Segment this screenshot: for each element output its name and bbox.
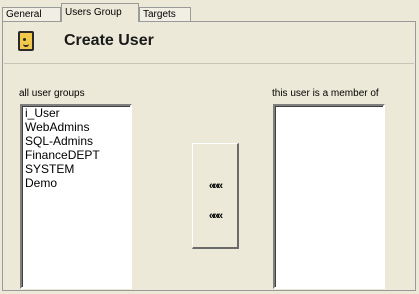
- member-of-label: this user is a member of: [272, 88, 379, 99]
- all-groups-listbox[interactable]: i_User WebAdmins SQL-Admins FinanceDEPT …: [20, 104, 132, 289]
- header: Create User: [4, 23, 414, 64]
- move-left-button-2[interactable]: «««: [203, 208, 227, 224]
- list-item[interactable]: SQL-Admins: [22, 134, 130, 148]
- move-buttons-group: ««« «««: [192, 143, 239, 249]
- list-item[interactable]: SYSTEM: [22, 162, 130, 176]
- list-item[interactable]: FinanceDEPT: [22, 148, 130, 162]
- tab-targets[interactable]: Targets: [139, 7, 191, 21]
- tab-users-group[interactable]: Users Group: [61, 3, 139, 22]
- move-left-button[interactable]: «««: [203, 178, 227, 194]
- all-groups-label: all user groups: [19, 88, 85, 99]
- tab-general[interactable]: General: [2, 7, 61, 21]
- member-of-listbox[interactable]: [273, 104, 385, 289]
- user-card-icon: [18, 31, 34, 51]
- page-title: Create User: [64, 32, 154, 49]
- list-item[interactable]: WebAdmins: [22, 120, 130, 134]
- tab-panel: Create User all user groups this user is…: [2, 21, 416, 291]
- list-item[interactable]: Demo: [22, 176, 130, 190]
- list-item[interactable]: i_User: [22, 106, 130, 120]
